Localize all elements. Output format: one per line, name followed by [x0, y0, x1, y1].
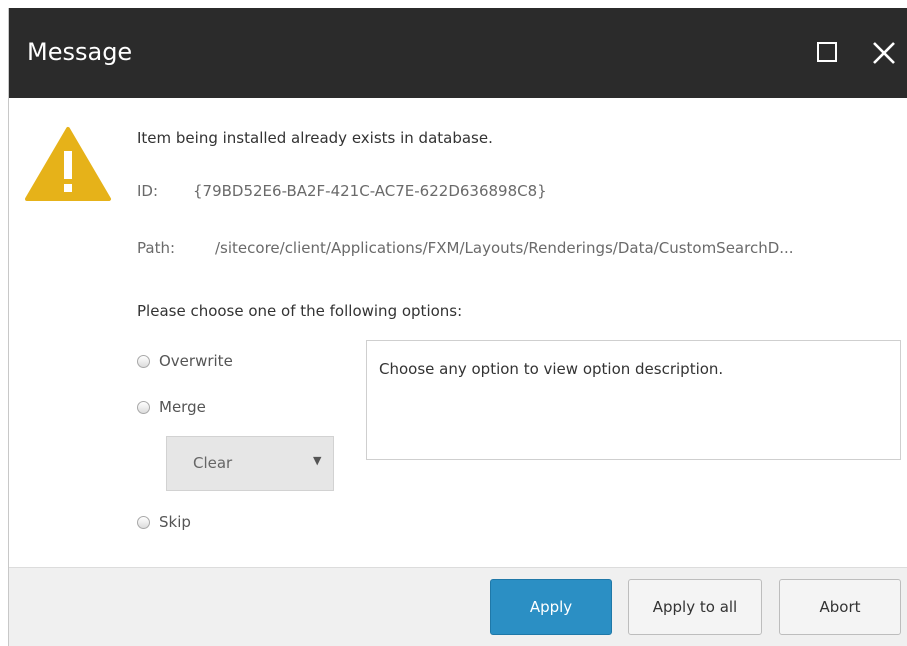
warning-icon: [24, 126, 112, 202]
merge-radio[interactable]: [137, 400, 150, 414]
chevron-down-icon: ▼: [313, 454, 322, 467]
option-description-text: Choose any option to view option descrip…: [379, 360, 724, 378]
options-prompt: Please choose one of the following optio…: [137, 302, 463, 320]
maximize-icon[interactable]: [817, 42, 837, 62]
skip-option[interactable]: Skip: [137, 511, 191, 533]
install-conflict-dialog: Message Item being installed already exi…: [8, 8, 907, 646]
merge-label: Merge: [159, 398, 206, 416]
apply-to-all-button[interactable]: Apply to all: [628, 579, 762, 635]
close-icon[interactable]: [871, 40, 897, 66]
overwrite-radio[interactable]: [137, 354, 150, 368]
path-label: Path:: [137, 239, 176, 257]
overwrite-option[interactable]: Overwrite: [137, 350, 233, 372]
dialog-footer: [9, 567, 907, 646]
apply-button[interactable]: Apply: [490, 579, 612, 635]
item-id-value: {79BD52E6-BA2F-421C-AC7E-622D636898C8}: [193, 182, 547, 200]
skip-label: Skip: [159, 513, 191, 531]
id-label: ID:: [137, 182, 159, 200]
dialog-title-bar: Message: [9, 8, 907, 98]
overwrite-label: Overwrite: [159, 352, 233, 370]
merge-option[interactable]: Merge: [137, 396, 206, 418]
option-description-box: Choose any option to view option descrip…: [366, 340, 901, 460]
item-path-value: /sitecore/client/Applications/FXM/Layout…: [215, 239, 794, 257]
dialog-title: Message: [27, 38, 133, 66]
conflict-message: Item being installed already exists in d…: [137, 129, 493, 147]
merge-mode-value: Clear: [193, 454, 233, 472]
skip-radio[interactable]: [137, 515, 150, 529]
abort-button[interactable]: Abort: [779, 579, 901, 635]
merge-mode-select[interactable]: Clear ▼: [166, 436, 334, 491]
